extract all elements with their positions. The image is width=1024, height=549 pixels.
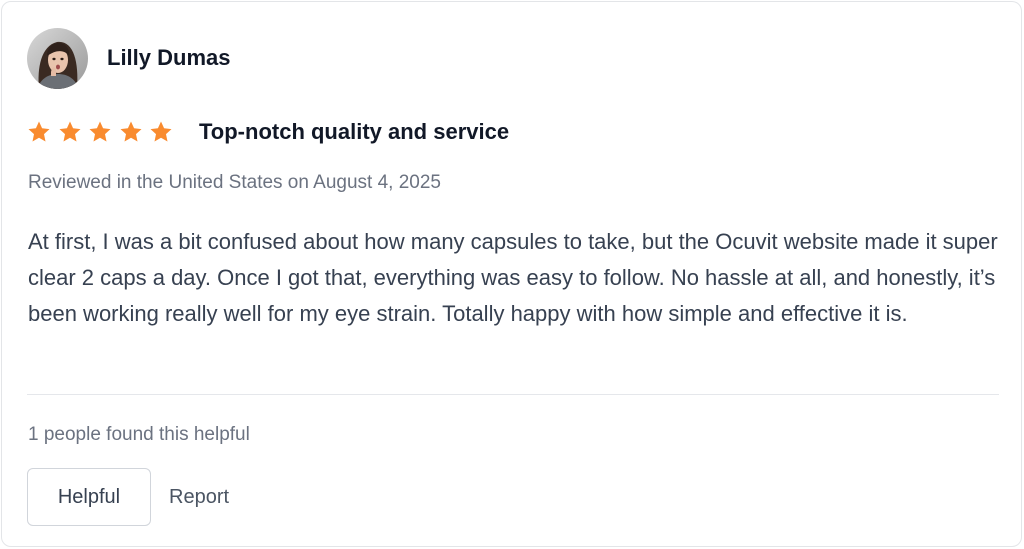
star-icon xyxy=(119,120,143,144)
avatar xyxy=(27,27,88,89)
review-text: At first, I was a bit confused about how… xyxy=(28,229,998,326)
rating-row: Top-notch quality and service xyxy=(27,115,509,149)
report-button[interactable]: Report xyxy=(169,468,229,526)
user-avatar-icon xyxy=(27,27,88,89)
star-icon xyxy=(149,120,173,144)
star-rating xyxy=(27,120,173,144)
author-name: Lilly Dumas xyxy=(107,45,231,70)
divider xyxy=(27,394,999,395)
helpful-button[interactable]: Helpful xyxy=(27,468,151,526)
review-title: Top-notch quality and service xyxy=(199,119,510,144)
helpful-count: 1 people found this helpful xyxy=(28,424,250,445)
star-icon xyxy=(58,120,82,144)
review-author: Lilly Dumas xyxy=(27,27,230,89)
review-date: Reviewed in the United States on August … xyxy=(28,172,441,193)
review-actions: Helpful Report xyxy=(27,468,229,526)
star-icon xyxy=(27,120,51,144)
star-icon xyxy=(88,120,112,144)
review-card: Lilly Dumas Top-notch quality and servic… xyxy=(1,1,1022,547)
